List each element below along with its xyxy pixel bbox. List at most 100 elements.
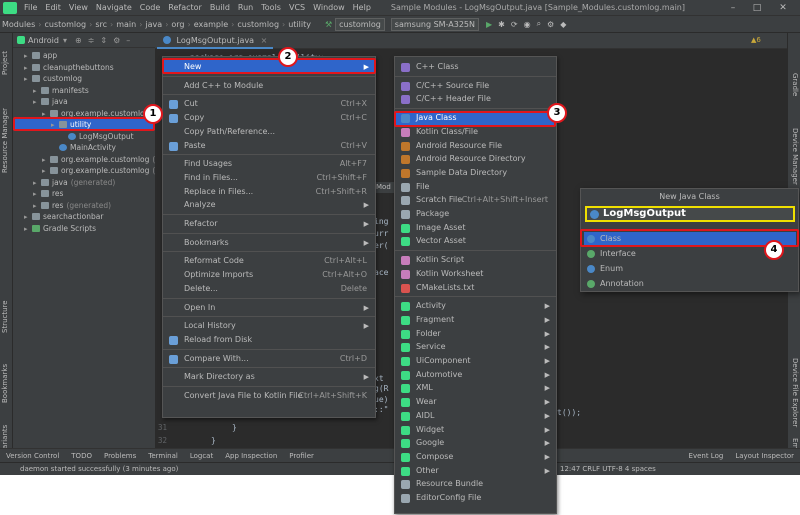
menu-item-google[interactable]: Google ▶ [395, 436, 556, 450]
menu-run[interactable]: Run [234, 3, 257, 12]
menu-edit[interactable]: Edit [41, 3, 65, 12]
menu-item-vector-asset[interactable]: Vector Asset [395, 234, 556, 248]
menu-item-refactor[interactable]: Refactor ▶ [163, 217, 375, 231]
bottom-tab-problems[interactable]: Problems [98, 452, 142, 460]
debug-icon[interactable]: ✱ [498, 20, 505, 29]
menu-refactor[interactable]: Refactor [164, 3, 206, 12]
maximize-button[interactable]: □ [746, 0, 768, 16]
menu-code[interactable]: Code [136, 3, 164, 12]
menu-item-scratch-file[interactable]: Scratch File Ctrl+Alt+Shift+Insert [395, 193, 556, 207]
bottom-tab-terminal[interactable]: Terminal [142, 452, 184, 460]
menu-item-package[interactable]: Package [395, 207, 556, 221]
chevron-icon[interactable]: ▸ [42, 166, 50, 177]
menu-item-resource-bundle[interactable]: Resource Bundle [395, 477, 556, 491]
tree-item-java[interactable]: ▸ java [13, 96, 155, 107]
menu-item-mark-directory-as[interactable]: Mark Directory as ▶ [163, 370, 375, 384]
studio-icon[interactable]: ◆ [560, 20, 566, 29]
menu-item-widget[interactable]: Widget ▶ [395, 423, 556, 437]
menu-item-find-usages[interactable]: Find Usages Alt+F7 [163, 157, 375, 171]
tree-item-cleanupthebuttons[interactable]: ▸ cleanupthebuttons [13, 62, 155, 73]
chevron-icon[interactable]: ▸ [24, 51, 32, 62]
expand-icon[interactable]: ⇕ [100, 36, 107, 45]
menu-build[interactable]: Build [206, 3, 234, 12]
chevron-icon[interactable]: ▸ [33, 97, 41, 108]
tree-item-res[interactable]: ▸ res [13, 188, 155, 199]
side-tab-structure[interactable]: Structure [1, 300, 9, 333]
menu-item-fragment[interactable]: Fragment ▶ [395, 313, 556, 327]
hammer-icon[interactable]: ⚒ [325, 20, 332, 29]
bottom-tab-logcat[interactable]: Logcat [184, 452, 219, 460]
bottom-tab-app-inspection[interactable]: App Inspection [219, 452, 283, 460]
side-tab-device-manager[interactable]: Device Manager [791, 128, 799, 185]
menu-view[interactable]: View [65, 3, 92, 12]
bottom-tab-todo[interactable]: TODO [65, 452, 98, 460]
menu-item-activity[interactable]: Activity ▶ [395, 299, 556, 313]
menu-item-copy-path-reference[interactable]: Copy Path/Reference... [163, 125, 375, 139]
run-icon[interactable]: ▶ [486, 20, 492, 29]
menu-item-other[interactable]: Other ▶ [395, 464, 556, 478]
menu-item-sample-data-directory[interactable]: Sample Data Directory [395, 166, 556, 180]
menu-item-image-asset[interactable]: Image Asset [395, 221, 556, 235]
menu-item-compose[interactable]: Compose ▶ [395, 450, 556, 464]
menu-tools[interactable]: Tools [257, 3, 285, 12]
chevron-icon[interactable]: ▸ [24, 224, 32, 235]
tab-logmsgoutput[interactable]: LogMsgOutput.java × [157, 33, 274, 49]
menu-item-automotive[interactable]: Automotive ▶ [395, 368, 556, 382]
breadcrumb-customlog[interactable]: customlog [235, 20, 281, 29]
menu-item-add-c-to-module[interactable]: Add C++ to Module [163, 79, 375, 93]
menu-file[interactable]: File [20, 3, 41, 12]
tree-item-mainactivity[interactable]: MainActivity [13, 142, 155, 153]
menu-item-editorconfig-file[interactable]: EditorConfig File [395, 491, 556, 505]
account-icon[interactable]: ◉ [524, 20, 531, 29]
breadcrumb-example[interactable]: example [192, 20, 230, 29]
chevron-icon[interactable]: ▸ [33, 201, 41, 212]
menu-item-wear[interactable]: Wear ▶ [395, 395, 556, 409]
menu-item-reformat-code[interactable]: Reformat Code Ctrl+Alt+L [163, 254, 375, 268]
menu-item-reload-from-disk[interactable]: Reload from Disk [163, 333, 375, 347]
menu-item-convert-java-file-to-kotlin-file[interactable]: Convert Java File to Kotlin File Ctrl+Alt… [163, 389, 375, 403]
menu-item-uicomponent[interactable]: UiComponent ▶ [395, 354, 556, 368]
gear-icon[interactable]: ⚙ [113, 36, 120, 45]
breadcrumb-main[interactable]: main [114, 20, 138, 29]
menu-item-optimize-imports[interactable]: Optimize Imports Ctrl+Alt+O [163, 268, 375, 282]
menu-item-paste[interactable]: Paste Ctrl+V [163, 139, 375, 153]
tree-item-res[interactable]: ▸ res (generated) [13, 200, 155, 211]
menu-item-android-resource-file[interactable]: Android Resource File [395, 139, 556, 153]
class-name-input[interactable]: LogMsgOutput [585, 206, 795, 222]
menu-item-copy[interactable]: Copy Ctrl+C [163, 111, 375, 125]
tree-item-gradle-scripts[interactable]: ▸ Gradle Scripts [13, 223, 155, 234]
menu-navigate[interactable]: Navigate [92, 3, 136, 12]
tree-item-manifests[interactable]: ▸ manifests [13, 85, 155, 96]
bottom-tab-version-control[interactable]: Version Control [0, 452, 65, 460]
tree-item-org-example-customlog[interactable]: ▸org.example.customlog(andro [13, 154, 177, 165]
tree-item-customlog[interactable]: ▸ customlog [13, 73, 155, 84]
tree-item-logmsgoutput[interactable]: LogMsgOutput [13, 131, 155, 142]
menu-item-compare-with[interactable]: Compare With... Ctrl+D [163, 352, 375, 366]
chevron-icon[interactable]: ▸ [24, 74, 32, 85]
chevron-icon[interactable]: ▸ [24, 63, 32, 74]
hide-icon[interactable]: – [126, 36, 130, 45]
breadcrumb-utility[interactable]: utility [286, 20, 313, 29]
menu-item-bookmarks[interactable]: Bookmarks ▶ [163, 236, 375, 250]
menu-item-c-class[interactable]: C++ Class [395, 60, 556, 74]
menu-item-local-history[interactable]: Local History ▶ [163, 319, 375, 333]
menu-vcs[interactable]: VCS [285, 3, 309, 12]
menu-item-cut[interactable]: Cut Ctrl+X [163, 97, 375, 111]
tree-item-app[interactable]: ▸ app [13, 50, 155, 61]
menu-item-open-in[interactable]: Open In ▶ [163, 301, 375, 315]
chevron-icon[interactable]: ▸ [24, 212, 32, 223]
search-icon[interactable]: ⌕ [537, 19, 541, 29]
bottom-tab-layout-inspector[interactable]: Layout Inspector [729, 452, 800, 460]
run-config-select[interactable]: customlog [335, 17, 385, 31]
menu-item-delete[interactable]: Delete... Delete [163, 282, 375, 296]
menu-item-analyze[interactable]: Analyze ▶ [163, 198, 375, 212]
close-window-button[interactable]: ✕ [772, 0, 794, 16]
side-tab-resource-manager[interactable]: Resource Manager [1, 108, 9, 173]
breadcrumb-org[interactable]: org [169, 20, 186, 29]
device-select[interactable]: samsung SM-A325N [390, 17, 480, 31]
menu-item-c-c-header-file[interactable]: C/C++ Header File [395, 92, 556, 106]
menu-item-folder[interactable]: Folder ▶ [395, 327, 556, 341]
dialog-option-annotation[interactable]: Annotation [584, 277, 796, 291]
menu-window[interactable]: Window [309, 3, 349, 12]
sync-icon[interactable]: ⟳ [511, 20, 518, 29]
